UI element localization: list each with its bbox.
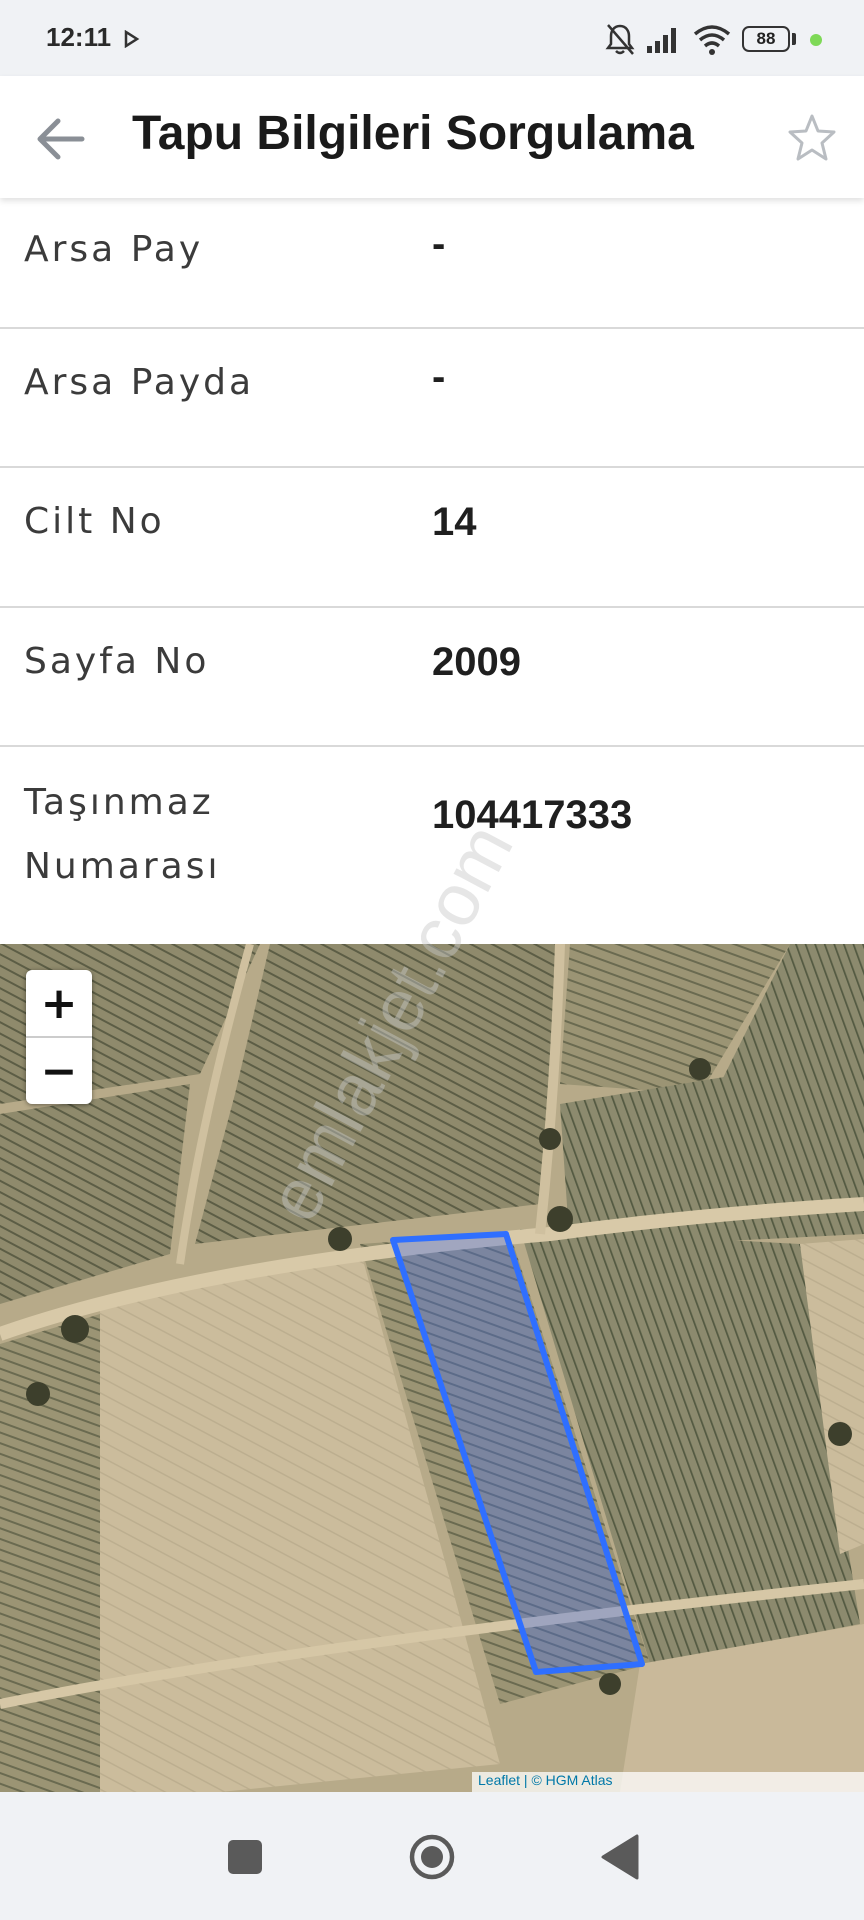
- play-icon: [124, 30, 140, 48]
- star-outline-icon[interactable]: [784, 110, 840, 166]
- battery-tip: [792, 33, 796, 45]
- arrow-left-icon[interactable]: [30, 108, 92, 170]
- detail-value: 14: [432, 500, 477, 544]
- page-title: Tapu Bilgileri Sorgulama: [132, 107, 694, 160]
- status-time: 12:11: [46, 22, 112, 52]
- detail-row-arsa-payda: Arsa Payda -: [0, 329, 864, 468]
- detail-label: Arsa Pay: [24, 229, 204, 270]
- detail-value: -: [432, 355, 446, 399]
- detail-label: Sayfa No: [24, 641, 210, 682]
- deed-details-list: Arsa Pay - Arsa Payda - Cilt No 14 Sayfa…: [0, 198, 864, 944]
- detail-value: 2009: [432, 640, 521, 684]
- privacy-dot: [810, 34, 822, 46]
- wifi-icon: [693, 25, 731, 55]
- parcel-map[interactable]: + − Leaflet | © HGM Atlas: [0, 944, 864, 1792]
- detail-label: Cilt No: [24, 501, 165, 542]
- detail-row-cilt-no: Cilt No 14: [0, 468, 864, 608]
- silent-bell-icon: [605, 24, 635, 55]
- map-attribution[interactable]: Leaflet | © HGM Atlas: [472, 1772, 864, 1792]
- home-circle-icon[interactable]: [397, 1822, 467, 1892]
- signal-icon: [647, 28, 676, 53]
- detail-value: -: [432, 222, 446, 266]
- app-bar: Tapu Bilgileri Sorgulama: [0, 76, 864, 198]
- zoom-out-button[interactable]: −: [26, 1038, 92, 1104]
- satellite-imagery: [0, 944, 864, 1792]
- back-triangle-icon[interactable]: [585, 1822, 655, 1892]
- detail-row-tasinmaz-numarasi: Taşınmaz Numarası 104417333: [0, 747, 864, 944]
- detail-row-sayfa-no: Sayfa No 2009: [0, 608, 864, 747]
- zoom-control: + −: [26, 970, 92, 1104]
- status-bar: 12:11 88: [0, 0, 864, 76]
- detail-value: 104417333: [432, 793, 633, 837]
- detail-row-arsa-pay: Arsa Pay -: [0, 198, 864, 329]
- recent-apps-square-icon[interactable]: [210, 1822, 280, 1892]
- detail-label: Taşınmaz Numarası: [24, 782, 221, 887]
- system-nav-bar: [0, 1792, 864, 1920]
- detail-label: Arsa Payda: [24, 362, 255, 403]
- zoom-in-button[interactable]: +: [26, 970, 92, 1038]
- battery-icon: 88: [742, 26, 790, 52]
